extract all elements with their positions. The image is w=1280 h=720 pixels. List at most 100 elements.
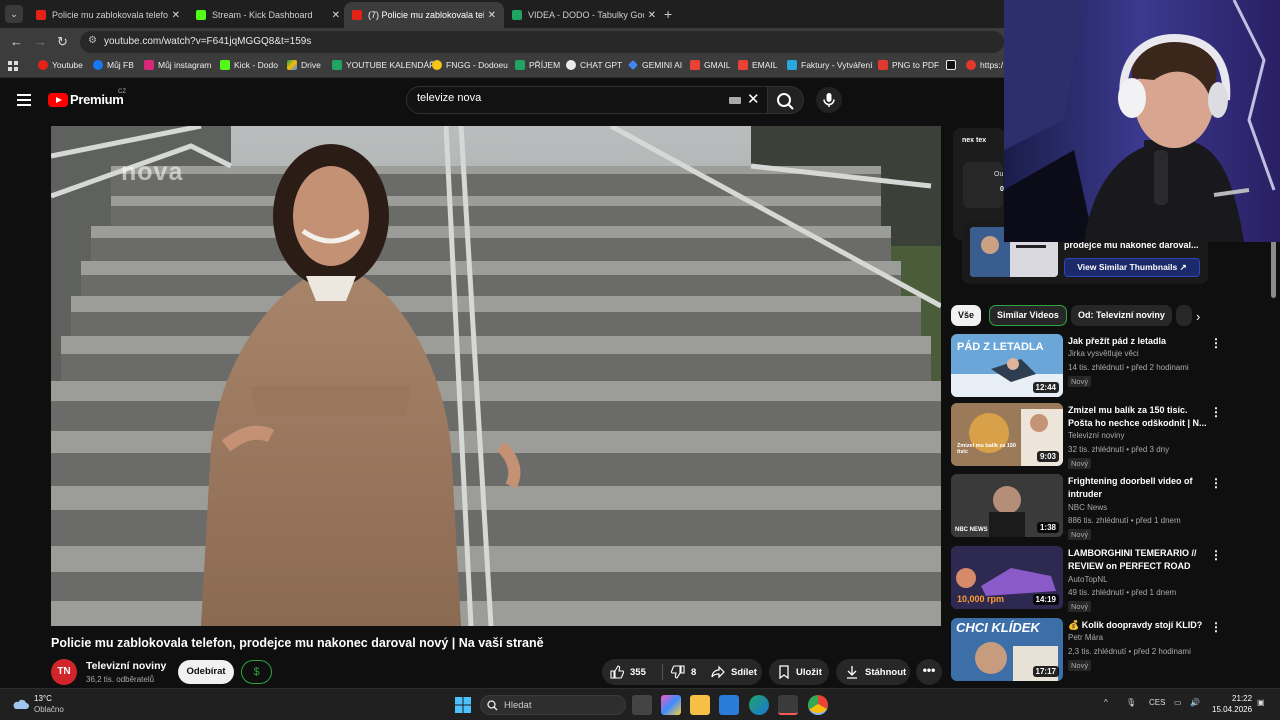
keyboard-icon[interactable] [729, 97, 741, 104]
tray-overflow-icon[interactable]: ^ [1104, 698, 1108, 707]
site-info-icon[interactable]: ⚙ [88, 35, 97, 46]
save-button[interactable]: Uložit [769, 659, 829, 685]
recommended-video[interactable]: PÁD Z LETADLA 12:44 Jak přežít pád z let… [951, 334, 1231, 398]
apps-grid-icon[interactable] [8, 61, 19, 72]
video-thumbnail[interactable]: CHCI KLÍDEK 17:17 [951, 618, 1063, 681]
tab-close-icon[interactable]: ✕ [488, 10, 496, 21]
video-player[interactable]: nova [51, 126, 941, 626]
video-menu-icon[interactable]: ⋮ [1210, 405, 1222, 419]
search-box[interactable]: ✕ [406, 86, 768, 114]
bookmark-instagram[interactable]: Můj instagram [144, 60, 211, 70]
bookmark-chatgpt[interactable]: CHAT GPT [566, 60, 622, 70]
language-indicator[interactable]: CES [1149, 698, 1165, 707]
task-view-icon[interactable] [632, 695, 652, 715]
chip-similar-videos[interactable]: Similar Videos [989, 305, 1067, 326]
forward-arrow-icon[interactable]: → [34, 34, 47, 49]
search-input[interactable] [417, 92, 717, 104]
channel-name[interactable]: Televizní noviny [1068, 431, 1124, 440]
youtube-logo-icon[interactable] [48, 93, 68, 107]
youtube-premium-wordmark[interactable]: Premium [70, 92, 124, 107]
chip-from-channel[interactable]: Od: Televizní noviny [1071, 305, 1172, 326]
tab-close-icon[interactable]: ✕ [172, 10, 180, 21]
chevron-right-icon[interactable]: › [1196, 309, 1200, 324]
chip-more[interactable] [1176, 305, 1192, 326]
browser-tab-1[interactable]: Policie mu zablokovala telefon, ✕ [28, 2, 188, 28]
mail-icon[interactable] [719, 695, 739, 715]
url-field[interactable]: ⚙ youtube.com/watch?v=F641jqMGGQ8&t=159s [80, 31, 1004, 53]
taskbar-search[interactable]: Hledat [480, 695, 626, 715]
thanks-button[interactable]: $ [241, 660, 272, 684]
subscribe-button[interactable]: Odebírat [178, 660, 234, 684]
new-tab-icon[interactable]: + [664, 6, 672, 22]
bookmark-youtube[interactable]: Youtube [38, 60, 83, 70]
video-thumbnail[interactable]: 10,000 rpm 14:19 [951, 546, 1063, 609]
channel-name[interactable]: Televizní noviny [86, 660, 166, 672]
clear-search-icon[interactable]: ✕ [747, 90, 760, 108]
recommended-video[interactable]: NBC NEWS 1:38 Frightening doorbell video… [951, 474, 1231, 540]
recommended-video[interactable]: 10,000 rpm 14:19 LAMBORGHINI TEMERARIO /… [951, 546, 1231, 612]
video-menu-icon[interactable]: ⋮ [1210, 620, 1222, 634]
video-menu-icon[interactable]: ⋮ [1210, 476, 1222, 490]
network-icon[interactable]: ▭ [1174, 698, 1182, 707]
chip-all[interactable]: Vše [951, 305, 982, 326]
video-thumbnail[interactable]: PÁD Z LETADLA 12:44 [951, 334, 1063, 397]
search-button[interactable] [768, 86, 804, 114]
browser-tab-2[interactable]: Stream - Kick Dashboard ✕ [188, 2, 348, 28]
bookmark-gemini[interactable]: GEMINI AI [628, 60, 682, 70]
channel-avatar[interactable]: TN [51, 659, 77, 685]
windows-start-icon[interactable] [455, 697, 471, 713]
chrome-icon[interactable] [808, 695, 828, 715]
bookmark-email[interactable]: EMAIL [738, 60, 778, 70]
channel-name[interactable]: AutoTopNL [1068, 575, 1108, 584]
view-similar-thumbnails-button[interactable]: View Similar Thumbnails ↗ [1064, 258, 1200, 277]
bookmark-yt-kalendar[interactable]: YOUTUBE KALENDÁŘ [332, 60, 435, 70]
notifications-icon[interactable]: ▣ [1257, 698, 1265, 707]
edge-icon[interactable] [749, 695, 769, 715]
bookmark-gmail[interactable]: GMAIL [690, 60, 730, 70]
channel-name[interactable]: Jirka vysvětluje věci [1068, 349, 1139, 358]
download-icon [847, 666, 857, 679]
back-arrow-icon[interactable]: ← [10, 34, 23, 49]
tab-close-icon[interactable]: ✕ [332, 10, 340, 21]
extension-stat-box: Ou 0 [963, 162, 1004, 208]
microphone-tray-icon[interactable]: 🎙 [1126, 698, 1136, 707]
bookmark-https[interactable]: https:/ [966, 60, 1003, 70]
bookmark-fngg[interactable]: FNGG - Dodoeu [432, 60, 508, 70]
voice-search-button[interactable] [816, 87, 842, 113]
channel-name[interactable]: Petr Mára [1068, 633, 1103, 642]
thumbnail-text: 10,000 rpm [957, 594, 1005, 604]
browser-tab-3[interactable]: (7) Policie mu zablokovala telef ✕ [344, 2, 504, 28]
tab-close-icon[interactable]: ✕ [648, 10, 656, 21]
video-thumbnail[interactable]: Zmizel mu balík za 150 tisíc 9:03 [951, 403, 1063, 466]
video-thumbnail[interactable]: NBC NEWS 1:38 [951, 474, 1063, 537]
menu-icon[interactable] [17, 94, 31, 109]
video-menu-icon[interactable]: ⋮ [1210, 336, 1222, 350]
channel-name[interactable]: NBC News [1068, 503, 1107, 512]
video-duration: 9:03 [1036, 451, 1059, 462]
tab-search-button[interactable]: ⌄ [5, 5, 23, 23]
more-actions-button[interactable]: ••• [916, 659, 942, 685]
bookmark-faktury[interactable]: Faktury - Vytváření [787, 60, 872, 70]
copilot-icon[interactable] [661, 695, 681, 715]
site-icon [966, 60, 976, 70]
download-button[interactable]: Stáhnout [836, 659, 910, 685]
video-menu-icon[interactable]: ⋮ [1210, 548, 1222, 562]
bookmark-kick[interactable]: Kick - Dodo [220, 60, 278, 70]
bookmark-dash[interactable] [946, 60, 960, 70]
share-button[interactable]: Sdílet [702, 659, 762, 685]
file-explorer-icon[interactable] [690, 695, 710, 715]
bookmark-fb[interactable]: Můj FB [93, 60, 134, 70]
terminal-app-icon[interactable] [778, 695, 798, 715]
taskbar-clock[interactable]: 21:22 15.04.2026 [1212, 693, 1252, 715]
browser-tab-4[interactable]: VIDEA - DODO - Tabulky Googl ✕ [504, 2, 664, 28]
recommended-video[interactable]: CHCI KLÍDEK 17:17 💰 Kolik doopravdy stoj… [951, 618, 1231, 682]
recommended-video[interactable]: Zmizel mu balík za 150 tisíc 9:03 Zmizel… [951, 403, 1231, 469]
bookmark-prijem[interactable]: PŘÍJEM [515, 60, 560, 70]
dislike-button[interactable]: 8 [662, 664, 696, 680]
reload-icon[interactable]: ↻ [57, 34, 68, 50]
like-button[interactable]: 355 [602, 665, 662, 679]
bookmark-png-pdf[interactable]: PNG to PDF [878, 60, 939, 70]
cloud-weather-icon[interactable] [12, 697, 30, 711]
volume-icon[interactable]: 🔊 [1190, 698, 1200, 707]
bookmark-drive[interactable]: Drive [287, 60, 321, 70]
